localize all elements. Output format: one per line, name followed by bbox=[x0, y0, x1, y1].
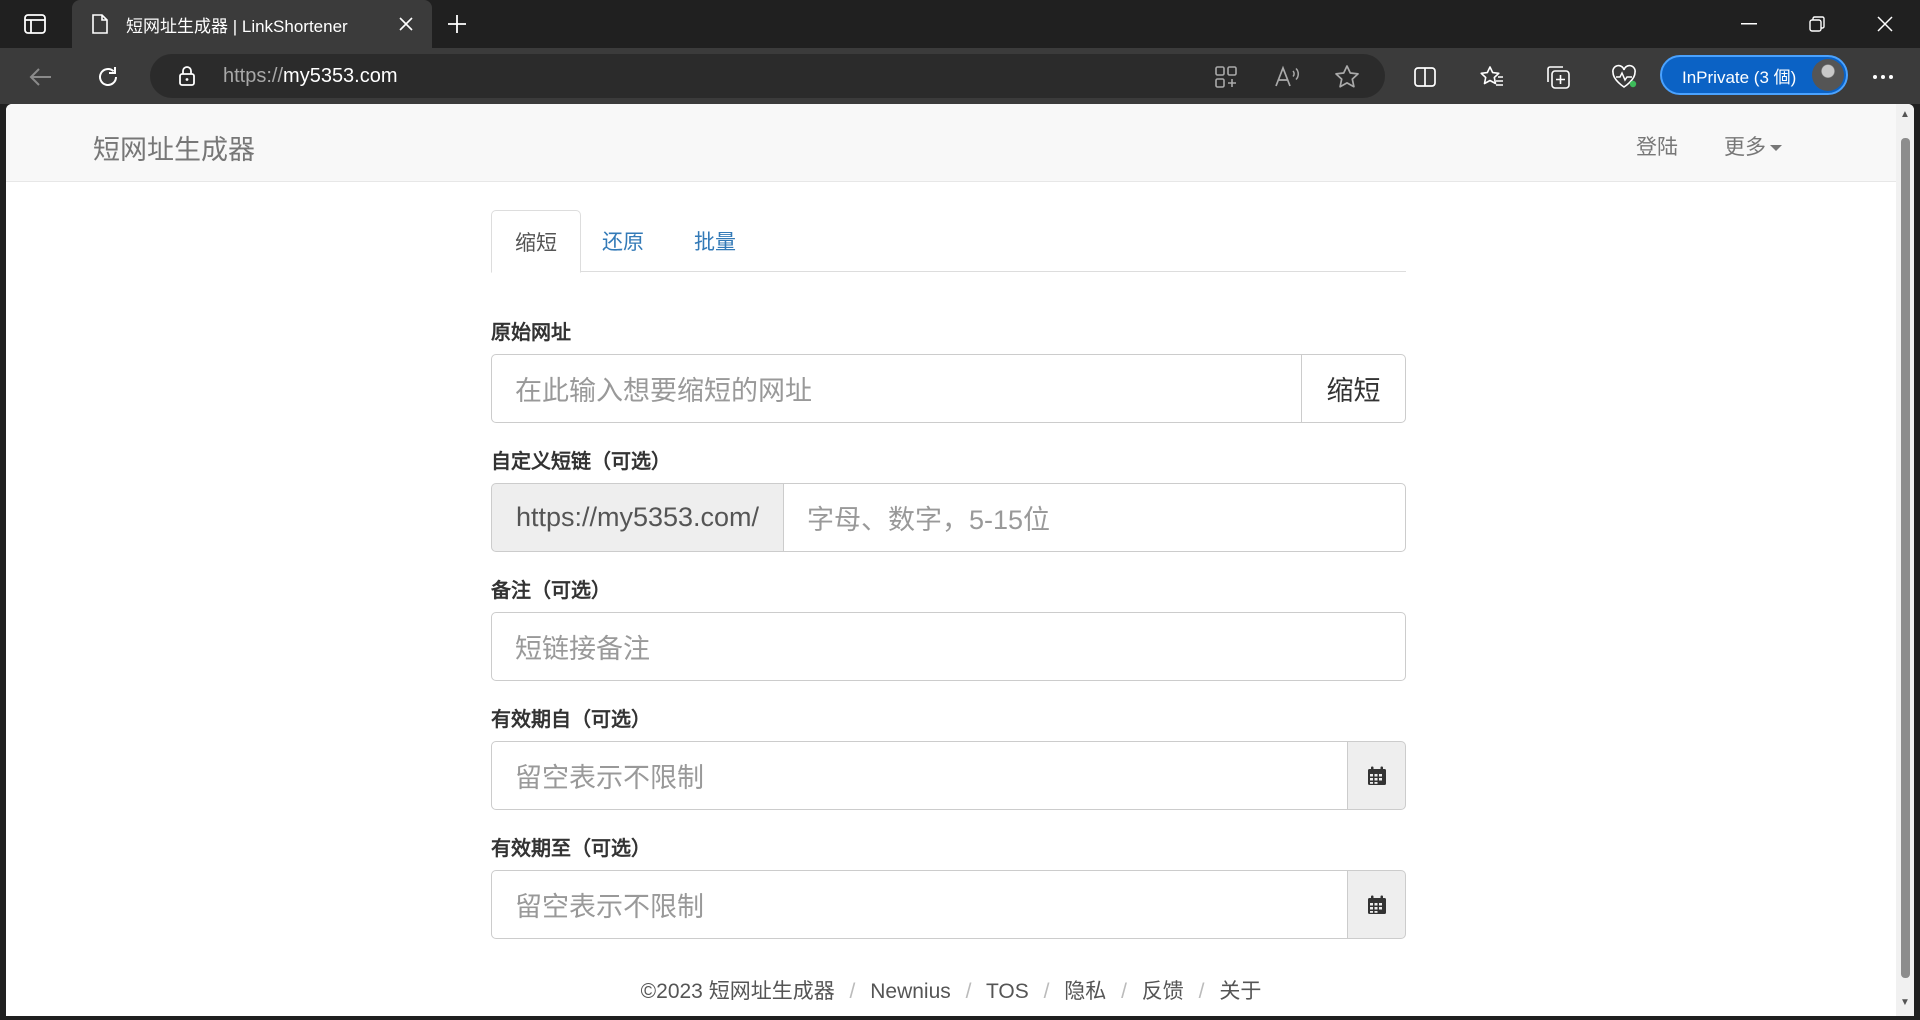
caret-down-icon bbox=[1770, 145, 1782, 152]
tab-shorten[interactable]: 缩短 bbox=[491, 210, 581, 273]
valid-to-input[interactable]: 留空表示不限制 bbox=[491, 870, 1348, 939]
page-icon bbox=[90, 13, 110, 35]
plus-icon[interactable] bbox=[442, 10, 472, 38]
valid-from-label: 有效期自（可选） bbox=[491, 709, 651, 731]
browser-titlebar: 短网址生成器 | LinkShortener bbox=[0, 0, 1920, 48]
inprivate-label: InPrivate (3 個) bbox=[1682, 67, 1797, 87]
page-viewport: 短网址生成器 登陆 更多 缩短 还原 批量 原始网址 在此输入想要缩短的网址 缩… bbox=[6, 104, 1914, 1016]
minimize-icon[interactable] bbox=[1714, 0, 1784, 48]
more-dropdown[interactable]: 更多 bbox=[1724, 131, 1782, 161]
custom-slug-input[interactable]: 字母、数字，5-15位 bbox=[783, 483, 1406, 552]
url-input-group: 在此输入想要缩短的网址 缩短 bbox=[491, 354, 1406, 423]
calendar-icon[interactable] bbox=[1348, 870, 1406, 939]
note-input[interactable]: 短链接备注 bbox=[491, 612, 1406, 681]
custom-prefix: https://my5353.com/ bbox=[491, 483, 783, 552]
shorten-button[interactable]: 缩短 bbox=[1302, 354, 1406, 423]
more-icon[interactable] bbox=[1866, 60, 1900, 94]
url-text[interactable]: https://my5353.com bbox=[223, 65, 398, 88]
browser-tab-active[interactable]: 短网址生成器 | LinkShortener bbox=[72, 0, 432, 48]
footer-separator: / bbox=[1198, 980, 1205, 1003]
address-bar[interactable]: https://my5353.com bbox=[150, 54, 1385, 98]
site-navbar: 短网址生成器 登陆 更多 bbox=[6, 104, 1896, 182]
more-label: 更多 bbox=[1724, 136, 1766, 159]
tab-restore[interactable]: 还原 bbox=[579, 210, 667, 272]
login-link[interactable]: 登陆 bbox=[1636, 131, 1678, 161]
footer-separator: / bbox=[1043, 980, 1050, 1003]
scroll-down-icon[interactable]: ▼ bbox=[1899, 998, 1911, 1008]
avatar bbox=[1812, 59, 1844, 91]
read-aloud-icon[interactable] bbox=[1273, 63, 1301, 91]
valid-from-input[interactable]: 留空表示不限制 bbox=[491, 741, 1348, 810]
url-input[interactable]: 在此输入想要缩短的网址 bbox=[491, 354, 1302, 423]
tab-title: 短网址生成器 | LinkShortener bbox=[126, 16, 348, 36]
split-screen-icon[interactable] bbox=[1408, 60, 1442, 94]
footer-link-newnius[interactable]: Newnius bbox=[870, 980, 951, 1003]
scroll-up-icon[interactable]: ▲ bbox=[1899, 110, 1911, 120]
page-scrollbar[interactable]: ▲ ▼ bbox=[1896, 104, 1914, 1016]
note-input-group: 短链接备注 bbox=[491, 612, 1406, 681]
url-protocol: https:// bbox=[223, 65, 284, 87]
custom-label: 自定义短链（可选） bbox=[491, 451, 671, 473]
close-icon[interactable] bbox=[394, 12, 418, 36]
app-available-icon[interactable] bbox=[1212, 63, 1240, 91]
site-brand[interactable]: 短网址生成器 bbox=[93, 128, 255, 167]
valid-to-group: 留空表示不限制 bbox=[491, 870, 1406, 939]
close-window-icon[interactable] bbox=[1850, 0, 1920, 48]
tab-actions-icon[interactable] bbox=[18, 10, 52, 38]
footer-copyright: ©2023 短网址生成器 bbox=[640, 980, 835, 1003]
url-label: 原始网址 bbox=[491, 322, 571, 344]
collections-icon[interactable] bbox=[1541, 60, 1575, 94]
lock-icon[interactable] bbox=[176, 65, 198, 87]
restore-icon[interactable] bbox=[1782, 0, 1852, 48]
favorites-icon[interactable] bbox=[1475, 60, 1509, 94]
scroll-thumb[interactable] bbox=[1901, 138, 1910, 978]
browser-essentials-icon[interactable] bbox=[1607, 60, 1641, 94]
footer-link-feedback[interactable]: 反馈 bbox=[1142, 980, 1184, 1003]
mode-tabs: 缩短 还原 批量 bbox=[491, 210, 1406, 273]
inprivate-button[interactable]: InPrivate (3 個) bbox=[1660, 55, 1848, 95]
footer-link-tos[interactable]: TOS bbox=[986, 980, 1029, 1003]
tab-batch[interactable]: 批量 bbox=[671, 210, 759, 272]
note-label: 备注（可选） bbox=[491, 580, 611, 602]
custom-input-group: https://my5353.com/ 字母、数字，5-15位 bbox=[491, 483, 1406, 552]
valid-from-group: 留空表示不限制 bbox=[491, 741, 1406, 810]
calendar-icon[interactable] bbox=[1348, 741, 1406, 810]
footer-separator: / bbox=[849, 980, 856, 1003]
browser-toolbar: https://my5353.com InPrivate (3 個) bbox=[0, 48, 1920, 104]
main-container: 缩短 还原 批量 原始网址 在此输入想要缩短的网址 缩短 自定义短链（可选） h… bbox=[491, 210, 1406, 939]
refresh-icon[interactable] bbox=[91, 60, 125, 94]
favorite-star-icon[interactable] bbox=[1333, 63, 1361, 91]
footer-link-privacy[interactable]: 隐私 bbox=[1064, 980, 1106, 1003]
back-icon[interactable] bbox=[24, 60, 58, 94]
footer-separator: / bbox=[965, 980, 972, 1003]
valid-to-label: 有效期至（可选） bbox=[491, 838, 651, 860]
site-footer: ©2023 短网址生成器 / Newnius / TOS / 隐私 / 反馈 /… bbox=[6, 975, 1896, 1005]
footer-separator: / bbox=[1121, 980, 1127, 1003]
footer-link-about[interactable]: 关于 bbox=[1219, 980, 1261, 1003]
url-host: my5353.com bbox=[283, 65, 398, 87]
